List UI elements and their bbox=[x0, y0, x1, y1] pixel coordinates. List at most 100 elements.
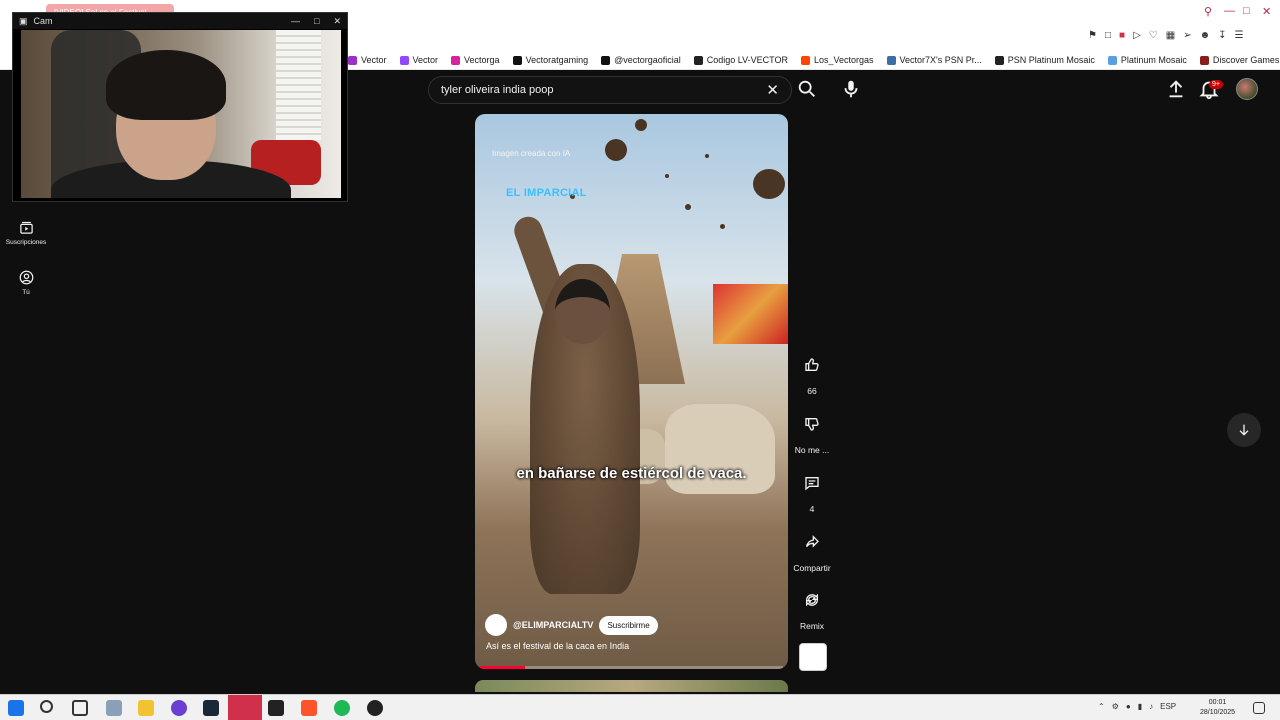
battery-icon[interactable]: ▮ bbox=[1138, 702, 1142, 711]
bookmark-label: Discover Games -... bbox=[1212, 55, 1280, 65]
chevron-up-icon[interactable]: ⌃ bbox=[1098, 702, 1105, 711]
close-window-icon[interactable]: ✕ bbox=[1262, 5, 1271, 18]
minimize-icon[interactable]: — bbox=[1224, 5, 1235, 17]
play-icon[interactable]: ▷ bbox=[1133, 30, 1141, 41]
menu-icon[interactable]: ☰ bbox=[1235, 30, 1244, 41]
volume-icon[interactable]: ♪ bbox=[1149, 702, 1153, 711]
extensions-toolbar: ⚑ □ ■ ▷ ♡ ▦ ➢ ☻ ↧ ☰ bbox=[1088, 30, 1243, 41]
bookmark-item[interactable]: Vectoratgaming bbox=[512, 55, 588, 65]
search-query: tyler oliveira india poop bbox=[441, 84, 554, 96]
tiktok-icon bbox=[601, 55, 611, 65]
sidebar-item-subscriptions[interactable]: Suscripciones bbox=[0, 220, 52, 246]
bookmark-item[interactable]: @vectorgaoficial bbox=[601, 55, 681, 65]
opera-gx-icon[interactable] bbox=[228, 695, 262, 720]
search-tabs-icon[interactable]: ⚲ bbox=[1204, 5, 1212, 18]
sidebar-item-label: Suscripciones bbox=[5, 239, 47, 246]
psn-icon bbox=[886, 55, 896, 65]
bookmark-label: Vector bbox=[361, 55, 387, 65]
brave-icon[interactable] bbox=[301, 700, 317, 716]
upload-icon[interactable] bbox=[1165, 78, 1187, 100]
search-icon[interactable] bbox=[796, 78, 818, 100]
dislike-button[interactable]: No me ... bbox=[788, 407, 836, 455]
minimize-icon[interactable]: — bbox=[291, 16, 300, 27]
subscriptions-icon bbox=[19, 221, 33, 234]
bookmark-item[interactable]: Los_Vectorgas bbox=[800, 55, 874, 65]
task-view-icon[interactable] bbox=[72, 700, 88, 716]
search-icon[interactable] bbox=[40, 700, 53, 713]
bookmark-item[interactable]: Platinum Mosaic bbox=[1107, 55, 1187, 65]
bookmark-label: Platinum Mosaic bbox=[1120, 55, 1187, 65]
short-video-player[interactable]: Imagen creada con IA EL IMPARCIAL en bañ… bbox=[475, 114, 788, 669]
close-icon[interactable]: ✕ bbox=[333, 16, 341, 27]
bookmark-item[interactable]: PSN Platinum Mosaic bbox=[994, 55, 1095, 65]
app-icon[interactable] bbox=[268, 700, 284, 716]
snapshot-icon[interactable]: □ bbox=[1105, 30, 1111, 41]
channel-avatar[interactable] bbox=[485, 614, 507, 636]
search-input[interactable]: tyler oliveira india poop ✕ bbox=[428, 76, 792, 104]
remix-label: Remix bbox=[799, 621, 825, 631]
bookmark-item[interactable]: Codigo LV-VECTOR bbox=[693, 55, 788, 65]
subscribe-button[interactable]: Suscribirme bbox=[599, 615, 658, 635]
maximize-icon[interactable]: □ bbox=[314, 16, 319, 27]
avatar[interactable] bbox=[1236, 78, 1258, 100]
maximize-icon[interactable]: □ bbox=[1243, 5, 1250, 17]
pocket-icon[interactable]: ■ bbox=[1119, 30, 1125, 41]
bookmark-item[interactable]: Vector bbox=[348, 55, 387, 65]
app-icon[interactable] bbox=[367, 700, 383, 716]
share-button[interactable]: Compartir bbox=[788, 525, 836, 573]
brand-logo: EL IMPARCIAL bbox=[506, 187, 587, 199]
bookmark-item[interactable]: Vectorga bbox=[451, 55, 500, 65]
comments-button[interactable]: 4 bbox=[788, 466, 836, 514]
twitch-icon bbox=[399, 55, 409, 65]
channel-name[interactable]: @ELIMPARCIALTV bbox=[513, 620, 593, 630]
bookmarks-list: Vector Vector Vectorga Vectoratgaming @vecto… bbox=[348, 53, 1280, 67]
microphone-icon[interactable] bbox=[840, 78, 862, 100]
download-icon[interactable]: ↧ bbox=[1218, 30, 1226, 41]
taskbar-clock[interactable]: 00:01 28/10/2025 bbox=[1200, 698, 1235, 718]
festival-banner bbox=[713, 284, 788, 344]
sidebar-item-you[interactable]: Tú bbox=[0, 270, 52, 296]
language-indicator[interactable]: ESP bbox=[1160, 702, 1176, 711]
thumbs-up-icon bbox=[805, 358, 819, 371]
favorite-icon[interactable]: ♡ bbox=[1149, 30, 1158, 41]
obs-icon[interactable] bbox=[171, 700, 187, 716]
mic-icon[interactable]: ● bbox=[1126, 702, 1131, 711]
bookmark-icon[interactable]: ⚑ bbox=[1088, 30, 1097, 41]
bookmark-item[interactable]: Vector7X's PSN Pr... bbox=[886, 55, 982, 65]
notifications-center-icon[interactable] bbox=[1253, 702, 1265, 714]
steam-icon[interactable] bbox=[203, 700, 219, 716]
like-button[interactable]: 66 bbox=[788, 348, 836, 396]
windows-start-icon[interactable] bbox=[8, 700, 24, 716]
video-progress-bar[interactable] bbox=[480, 666, 783, 669]
spotify-icon[interactable] bbox=[334, 700, 350, 716]
bookmark-label: PSN Platinum Mosaic bbox=[1007, 55, 1095, 65]
extension-icon[interactable]: ▦ bbox=[1166, 30, 1175, 41]
share-icon[interactable]: ➢ bbox=[1183, 30, 1191, 41]
account-icon[interactable]: ☻ bbox=[1200, 30, 1211, 41]
webcam-feed bbox=[21, 30, 341, 198]
channel-row: @ELIMPARCIALTV Suscribirme bbox=[485, 614, 658, 636]
clock-date: 28/10/2025 bbox=[1200, 709, 1236, 716]
share-label: Compartir bbox=[793, 563, 831, 573]
man-head-shape bbox=[555, 279, 610, 344]
remix-button[interactable]: Remix bbox=[788, 583, 836, 631]
comment-icon bbox=[805, 477, 819, 491]
video-title[interactable]: Así es el festival de la caca en India bbox=[486, 641, 629, 651]
network-icon[interactable]: ⚙ bbox=[1112, 702, 1119, 711]
clear-search-icon[interactable]: ✕ bbox=[766, 81, 779, 99]
next-short-button[interactable] bbox=[1227, 413, 1261, 447]
account-icon bbox=[19, 270, 33, 285]
audio-source-thumbnail[interactable] bbox=[799, 643, 827, 671]
remix-icon bbox=[806, 593, 818, 607]
x-icon bbox=[512, 55, 522, 65]
bookmark-item[interactable]: Vector bbox=[399, 55, 438, 65]
instagram-icon bbox=[451, 55, 461, 65]
next-video-preview[interactable] bbox=[475, 680, 788, 692]
video-progress-fill bbox=[480, 666, 526, 669]
app-icon[interactable] bbox=[106, 700, 122, 716]
bookmark-item[interactable]: Discover Games -... bbox=[1199, 55, 1280, 65]
file-explorer-icon[interactable] bbox=[138, 700, 154, 716]
webcam-title-bar: ▣ Cam — □ ✕ bbox=[13, 13, 347, 29]
thumbs-down-icon bbox=[805, 418, 819, 431]
webcam-window[interactable]: ▣ Cam — □ ✕ bbox=[12, 12, 348, 202]
